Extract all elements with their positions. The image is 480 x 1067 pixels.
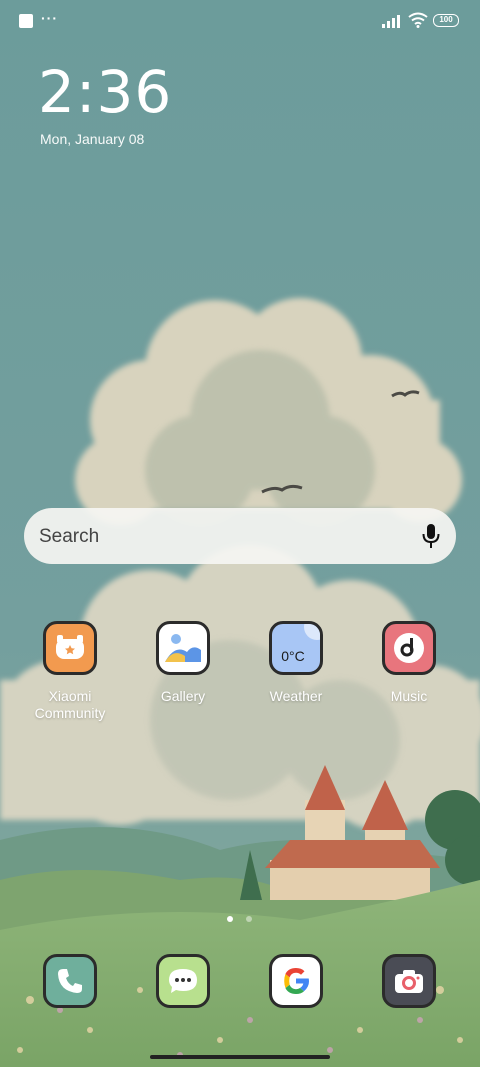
app-gallery[interactable]: Gallery [128, 621, 238, 705]
more-indicator: ··· [41, 10, 58, 26]
dock-messages[interactable] [156, 954, 210, 1008]
search-bar[interactable]: Search [24, 508, 456, 564]
gallery-icon[interactable] [156, 621, 210, 675]
weather-temp-text: 0°C [281, 648, 305, 664]
app-label: Xiaomi Community [34, 688, 106, 721]
xiaomi-community-icon[interactable] [43, 621, 97, 675]
search-placeholder: Search [39, 526, 100, 547]
dock-camera[interactable] [382, 954, 436, 1008]
dock-google[interactable] [269, 954, 323, 1008]
clock-date[interactable]: Mon, January 08 [40, 131, 144, 147]
music-icon[interactable] [382, 621, 436, 675]
signal-bars-icon [382, 15, 400, 28]
dock-phone[interactable] [43, 954, 97, 1008]
app-label: Music [390, 688, 428, 704]
google-icon[interactable] [269, 954, 323, 1008]
app-weather[interactable]: 0°C Weather [241, 621, 351, 705]
app-xiaomi-community[interactable]: Xiaomi Community [15, 621, 125, 722]
status-bar: ··· 100 [0, 0, 480, 42]
microphone-icon[interactable] [422, 523, 440, 549]
page-dot-active [227, 916, 233, 922]
home-indicator[interactable] [150, 1055, 330, 1059]
clock-time[interactable]: 2:36 [38, 58, 172, 126]
weather-icon[interactable]: 0°C [269, 621, 323, 675]
messages-icon[interactable] [156, 954, 210, 1008]
app-music[interactable]: Music [354, 621, 464, 705]
page-dot [246, 916, 253, 922]
camera-icon[interactable] [382, 954, 436, 1008]
app-label: Gallery [160, 688, 206, 704]
battery-indicator: 100 [433, 14, 459, 27]
app-label: Weather [269, 688, 323, 704]
phone-icon[interactable] [43, 954, 97, 1008]
square-notification-icon [19, 14, 33, 28]
page-indicator [227, 909, 261, 927]
wifi-icon [408, 12, 428, 28]
